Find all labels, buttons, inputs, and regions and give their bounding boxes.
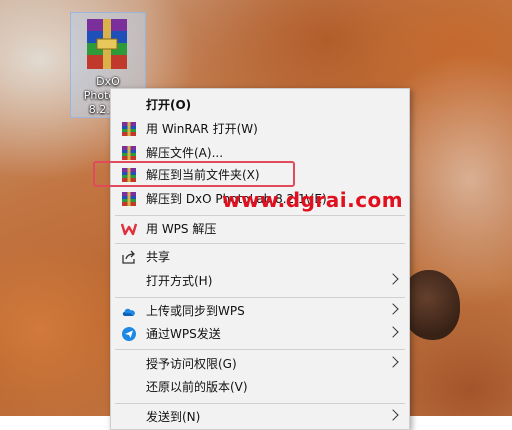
winrar-icon [122,192,136,206]
winrar-icon [122,146,136,160]
menu-separator [115,403,405,404]
menu-item-send-via-wps[interactable]: 通过WPS发送 [111,322,409,346]
menu-item-label: 打开方式(H) [146,274,213,288]
menu-item-label: 授予访问权限(G) [146,357,237,371]
highlight-box [93,161,295,187]
chevron-right-icon [387,356,399,368]
chevron-right-icon [387,273,399,285]
watermark-text: www.dgrai.com [222,188,404,212]
share-icon [122,250,135,264]
menu-item-label: 用 WinRAR 打开(W) [146,122,258,136]
menu-item-label: 共享 [146,250,171,264]
menu-item-label: 上传或同步到WPS [146,304,245,318]
menu-separator [115,297,405,298]
wps-icon [121,223,137,236]
winrar-archive-icon [87,19,127,69]
menu-item-label: 打开(O) [146,98,192,112]
menu-separator [115,243,405,244]
winrar-icon [122,122,136,136]
menu-item-label: 用 WPS 解压 [146,222,217,236]
menu-item-grant-access[interactable]: 授予访问权限(G) [111,352,409,376]
menu-item-open-with-winrar[interactable]: 用 WinRAR 打开(W) [111,117,409,141]
menu-item-label: 还原以前的版本(V) [146,380,248,394]
menu-item-label: 解压文件(A)... [146,146,224,160]
chevron-right-icon [387,326,399,338]
context-menu: 打开(O) 用 WinRAR 打开(W) 解压文件(A)... 解压到当前文件夹… [110,88,410,430]
cloud-icon [122,308,135,316]
chevron-right-icon [387,409,399,421]
chevron-right-icon [387,303,399,315]
menu-item-label: 通过WPS发送 [146,327,221,341]
menu-item-open[interactable]: 打开(O) [111,93,409,117]
menu-item-wps-extract[interactable]: 用 WPS 解压 [111,217,409,241]
menu-item-open-with[interactable]: 打开方式(H) [111,269,409,293]
menu-item-send-to[interactable]: 发送到(N) [111,405,409,429]
menu-item-restore-versions[interactable]: 还原以前的版本(V) [111,375,409,399]
menu-item-upload-to-wps[interactable]: 上传或同步到WPS [111,299,409,323]
menu-separator [115,349,405,350]
send-icon [122,327,136,341]
menu-item-share[interactable]: 共享 [111,245,409,269]
menu-separator [115,215,405,216]
menu-item-label: 发送到(N) [146,410,201,424]
